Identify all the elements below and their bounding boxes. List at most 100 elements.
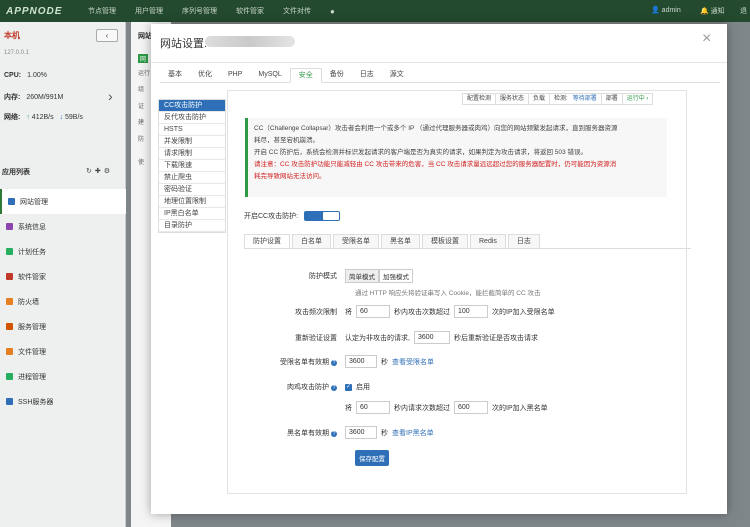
reverify-seconds-input[interactable]: 3600 bbox=[413, 331, 450, 344]
admin-menu[interactable]: 👤 admin bbox=[651, 6, 681, 14]
reverify-prefix: 认定为非攻击的请求, bbox=[345, 334, 410, 342]
tab-basic[interactable]: 基本 bbox=[160, 68, 190, 82]
menu-block-crawlers[interactable]: 禁止爬虫 bbox=[159, 172, 225, 184]
sidebar-item-ssh[interactable]: SSH服务器 bbox=[0, 389, 126, 414]
tab-backup[interactable]: 备份 bbox=[322, 68, 352, 82]
app-list-tools: ↻✚⚙ bbox=[86, 167, 113, 175]
enable-cc-toggle[interactable] bbox=[304, 211, 341, 221]
subtab-blacklist[interactable]: 黑名单 bbox=[381, 234, 420, 248]
freq-row: 攻击频次限制 将 60 秒内攻击次数超过 100 次的IP加入受限名单 bbox=[247, 305, 559, 318]
tab-php[interactable]: PHP bbox=[220, 68, 250, 82]
freq-seconds-input[interactable]: 60 bbox=[356, 305, 390, 318]
bg-text: 运行 bbox=[138, 71, 151, 77]
subtab-whitelist[interactable]: 白名单 bbox=[292, 234, 331, 248]
menu-request-limit[interactable]: 请求限制 bbox=[159, 148, 225, 160]
subtab-restricted[interactable]: 受限名单 bbox=[333, 234, 379, 248]
globe-icon bbox=[8, 198, 15, 205]
limit-label: 受限名单有效期? bbox=[247, 357, 337, 367]
sidebar-item-process[interactable]: 进程管理 bbox=[0, 364, 126, 389]
broiler-count-input[interactable]: 600 bbox=[454, 401, 488, 414]
sidebar-item-cron[interactable]: 计划任务 bbox=[0, 239, 126, 264]
sidebar-item-files[interactable]: 文件管理 bbox=[0, 339, 126, 364]
nav-file-transfer[interactable]: 文件对传 bbox=[283, 6, 311, 16]
freq-count-input[interactable]: 100 bbox=[454, 305, 488, 318]
menu-password-auth[interactable]: 密码验证 bbox=[159, 184, 225, 196]
menu-reverse-proxy-protection[interactable]: 反代攻击防护 bbox=[159, 112, 225, 124]
reverify-suffix: 秒后重新验证是否攻击请求 bbox=[453, 334, 538, 342]
pin-icon[interactable]: ✚ bbox=[95, 168, 104, 175]
bg-text: 证 bbox=[138, 104, 145, 110]
sidebar-item-label: 进程管理 bbox=[18, 373, 46, 381]
subtab-logs[interactable]: 日志 bbox=[507, 234, 540, 248]
tab-logs[interactable]: 日志 bbox=[352, 68, 382, 82]
network-label: 网络: bbox=[4, 114, 21, 121]
freq-prefix: 将 bbox=[345, 308, 352, 316]
help-icon[interactable]: ? bbox=[331, 430, 337, 437]
nav-software[interactable]: 软件管家 bbox=[236, 6, 264, 16]
black-seconds-input[interactable]: 3600 bbox=[345, 426, 377, 439]
help-icon[interactable]: ? bbox=[331, 359, 337, 366]
refresh-icon[interactable]: ↻ bbox=[86, 168, 95, 175]
sidebar-item-label: 软件管家 bbox=[18, 273, 46, 281]
app-logo[interactable]: APPNODE bbox=[6, 6, 88, 17]
close-icon[interactable]: × bbox=[702, 30, 711, 48]
help-icon[interactable]: ? bbox=[331, 385, 337, 391]
sidebar-item-label: 系统信息 bbox=[18, 223, 46, 231]
clock-icon bbox=[6, 248, 13, 255]
tab-optimize[interactable]: 优化 bbox=[190, 68, 220, 82]
process-icon bbox=[6, 373, 13, 380]
menu-concurrency-limit[interactable]: 并发限制 bbox=[159, 136, 225, 148]
github-icon[interactable]: ● bbox=[330, 7, 335, 16]
black-label: 黑名单有效期? bbox=[247, 428, 337, 438]
menu-cc-protection[interactable]: CC攻击防护 bbox=[159, 100, 225, 112]
tab-security[interactable]: 安全 bbox=[289, 68, 322, 83]
memory-stat: 内存: 260M/991M bbox=[4, 92, 63, 102]
view-blacklist-link[interactable]: 查看IP黑名单 bbox=[392, 428, 434, 438]
sidebar-item-firewall[interactable]: 防火墙 bbox=[0, 289, 126, 314]
gear-icon[interactable]: ⚙ bbox=[104, 168, 113, 175]
black-row: 黑名单有效期? 3600 秒 查看IP黑名单 bbox=[247, 426, 434, 439]
mode-label: 防护模式 bbox=[309, 273, 337, 280]
sidebar-item-services[interactable]: 服务管理 bbox=[0, 314, 126, 339]
broiler-label: 肉鸡攻击防护? bbox=[247, 382, 337, 392]
notice-warning: 耗完导致网站无法访问。 bbox=[254, 173, 326, 180]
chevron-right-icon[interactable]: › bbox=[108, 88, 113, 104]
menu-directory-protection[interactable]: 目录防护 bbox=[159, 220, 225, 232]
network-stat: 网络: ↑ 412B/s ↓ 59B/s bbox=[4, 112, 83, 122]
menu-download-limit[interactable]: 下载限速 bbox=[159, 160, 225, 172]
cc-sub-tabs: 防护设置 白名单 受限名单 黑名单 模板设置 Redis 日志 bbox=[244, 234, 691, 249]
tab-source[interactable]: 源文 bbox=[382, 68, 412, 82]
cc-notice: CC（Challenge Collapsar）攻击者会利用一个或多个 IP （通… bbox=[245, 118, 667, 197]
simple-mode-button[interactable]: 简单模式 bbox=[345, 269, 379, 283]
collapse-button[interactable]: ‹ bbox=[96, 29, 118, 42]
sidebar-item-software[interactable]: 软件管家 bbox=[0, 264, 126, 289]
subtab-protection[interactable]: 防护设置 bbox=[244, 234, 290, 248]
subtab-template[interactable]: 模板设置 bbox=[422, 234, 468, 248]
admin-label: admin bbox=[661, 7, 681, 14]
subtab-redis[interactable]: Redis bbox=[470, 234, 506, 248]
sidebar-item-sysinfo[interactable]: 系统信息 bbox=[0, 214, 126, 239]
modal-tabs: 基本 优化 PHP MySQL 安全 备份 日志 源文 bbox=[160, 68, 720, 83]
save-config-button[interactable]: 保存配置 bbox=[355, 450, 389, 466]
enable-cc-label: 开启CC攻击防护: bbox=[244, 213, 299, 220]
enhanced-mode-button[interactable]: 加强模式 bbox=[379, 269, 413, 283]
sidebar-item-website[interactable]: 网站管理 bbox=[0, 189, 126, 214]
bell-icon: 🔔 bbox=[700, 8, 709, 15]
broiler-seconds-input[interactable]: 60 bbox=[356, 401, 390, 414]
broiler-enable-checkbox[interactable]: ✓ bbox=[345, 383, 352, 391]
limit-seconds-input[interactable]: 3600 bbox=[345, 355, 377, 368]
tab-mysql[interactable]: MySQL bbox=[250, 68, 289, 82]
view-restricted-link[interactable]: 查看受限名单 bbox=[392, 357, 434, 367]
menu-ip-lists[interactable]: IP黑白名单 bbox=[159, 208, 225, 220]
logout-link[interactable]: 退 bbox=[740, 6, 747, 16]
firewall-icon bbox=[6, 298, 13, 305]
cpu-label: CPU: bbox=[4, 72, 22, 79]
nav-nodes[interactable]: 节点管理 bbox=[88, 6, 116, 16]
menu-geo-restriction[interactable]: 地理位置限制 bbox=[159, 196, 225, 208]
nav-serials[interactable]: 序列号管理 bbox=[182, 6, 217, 16]
menu-hsts[interactable]: HSTS bbox=[159, 124, 225, 136]
notify-menu[interactable]: 🔔 通知 bbox=[700, 6, 725, 16]
nav-users[interactable]: 用户管理 bbox=[135, 6, 163, 16]
sidebar-item-label: 文件管理 bbox=[18, 348, 46, 356]
memory-value: 260M/991M bbox=[26, 94, 64, 101]
